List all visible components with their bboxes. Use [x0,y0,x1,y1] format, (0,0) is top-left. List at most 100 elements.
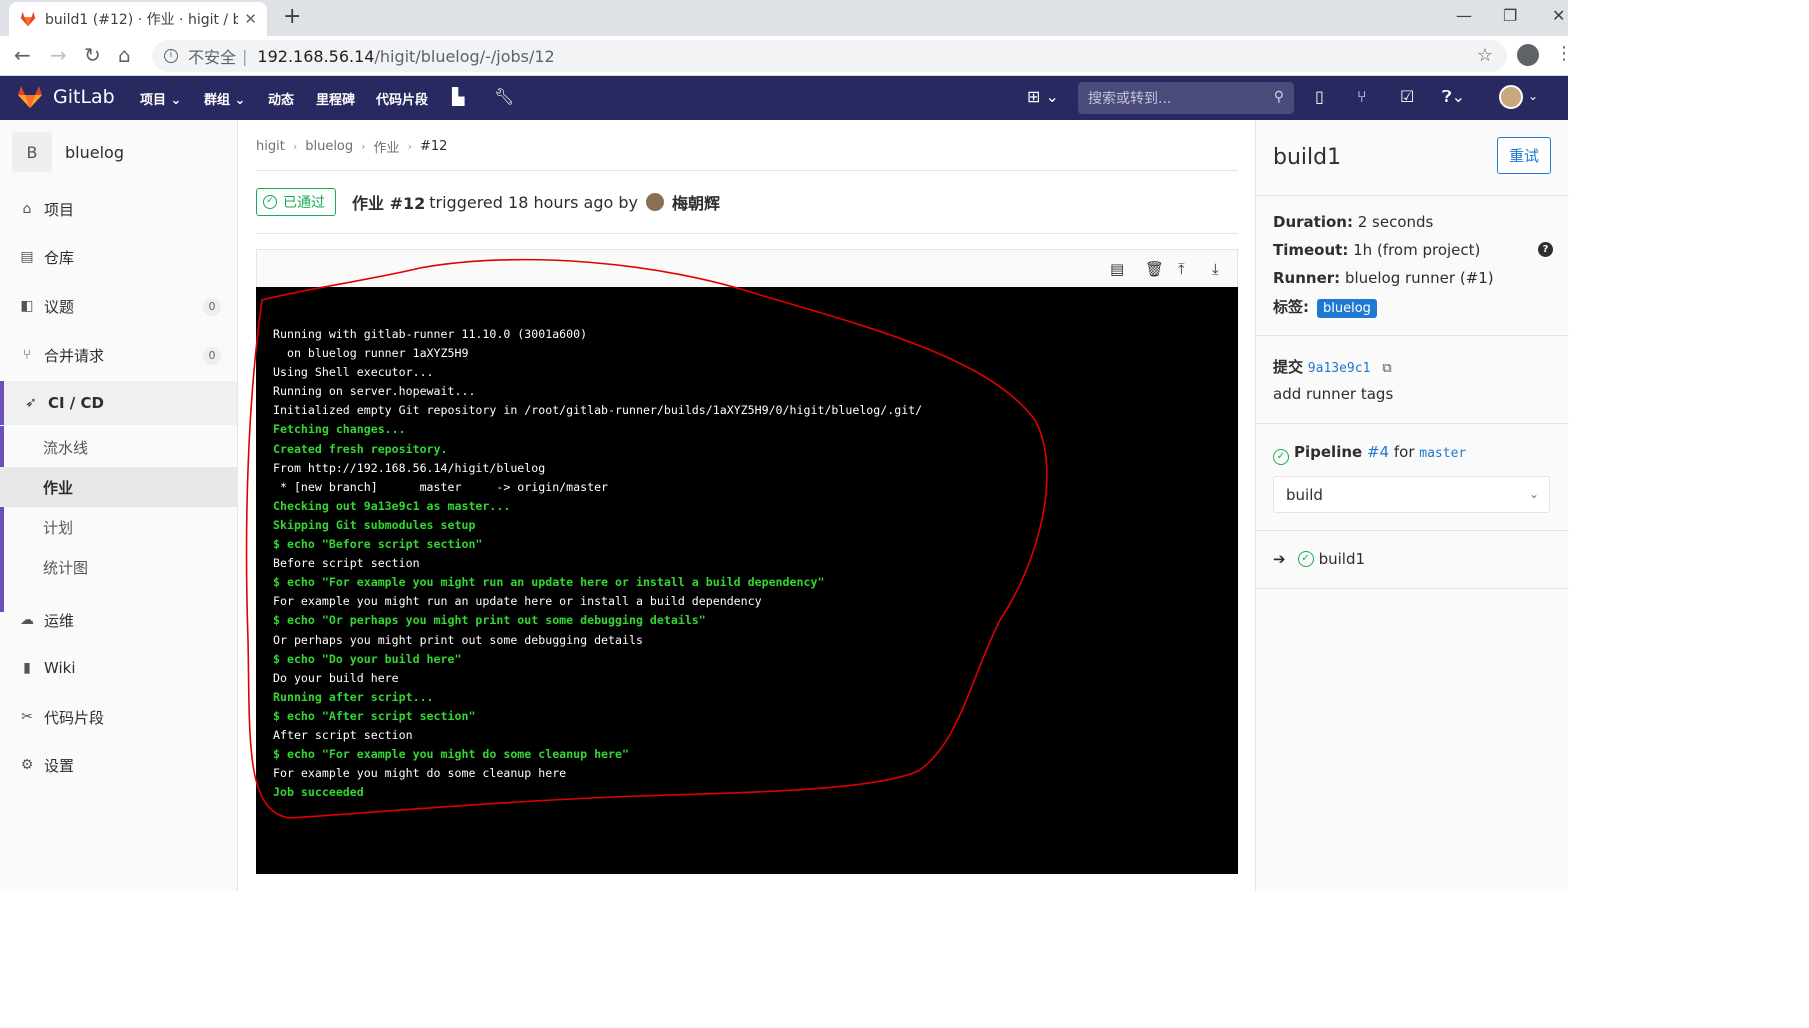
chart-icon[interactable]: ▙ [452,87,464,106]
nav-projects[interactable]: 项目 ⌄ [140,89,181,108]
window-close-button[interactable]: ✕ [1552,6,1565,25]
back-icon[interactable]: ← [14,44,31,66]
log-line: Created fresh repository. [273,441,448,456]
user-avatar[interactable] [646,193,664,211]
sidebar-item-wiki[interactable]: ▮ Wiki [0,646,237,690]
log-line: Using Shell executor... [273,365,434,380]
log-line: $ echo "Or perhaps you might print out s… [273,613,706,628]
nav-groups[interactable]: 群组 ⌄ [204,89,245,108]
log-line: Fetching changes... [273,422,406,437]
sidebar-item-label: 合并请求 [44,346,105,365]
divider [256,170,1238,171]
log-line: Job succeeded [273,785,364,800]
nav-milestones[interactable]: 里程碑 [316,89,355,108]
address-separator: | [242,46,248,66]
breadcrumb-bluelog[interactable]: bluelog [305,139,353,154]
issues-icon[interactable]: ▯ [1315,87,1324,106]
search-icon: ⚲ [1273,89,1284,105]
todo-icon[interactable]: ☑ [1400,87,1414,106]
retry-button[interactable]: 重试 [1497,137,1551,174]
browser-tab-strip: build1 (#12) · 作业 · higit / blue ✕ + — ❐… [0,0,1568,36]
chevron-down-icon: ⌄ [1528,487,1539,501]
bookmark-star-icon[interactable]: ☆ [1477,45,1493,66]
forward-icon[interactable]: → [50,44,67,66]
breadcrumb-higit[interactable]: higit [256,139,285,154]
sidebar-item-repository[interactable]: ▤ 仓库 [0,235,237,279]
breadcrumb: higit › bluelog › 作业 › #12 [256,137,455,156]
issues-count-badge: 0 [203,298,221,316]
sidebar-item-cicd[interactable]: ➶ CI / CD [0,381,237,425]
divider [1256,335,1569,336]
doc-icon: ▤ [20,249,34,265]
search-input[interactable]: 搜索或转到... ⚲ [1078,82,1294,114]
sidebar-sub-schedules[interactable]: 计划 [0,507,237,547]
sidebar-item-operations[interactable]: ☁ 运维 [0,598,237,642]
sidebar-sub-jobs[interactable]: 作业 [0,467,237,507]
pipeline-link[interactable]: #4 [1367,443,1389,461]
scroll-top-icon[interactable]: ⤒ [1178,260,1185,278]
merge-icon: ⑂ [22,347,32,363]
chevron-right-icon: › [407,140,412,153]
scroll-bottom-icon[interactable]: ⤓ [1212,260,1219,278]
address-host: 192.168.56.14 [257,46,375,66]
nav-snippets[interactable]: 代码片段 [376,89,428,108]
gitlab-logo[interactable]: GitLab [17,85,115,109]
book-icon: ▮ [23,660,31,676]
log-line: Before script section [273,556,420,571]
profile-icon[interactable] [1517,44,1539,66]
sidebar-item-label: CI / CD [48,394,104,412]
chevron-down-icon[interactable]: ⌄ [1528,89,1538,103]
question-icon[interactable]: ? [1538,242,1553,257]
sidebar-item-merge-requests[interactable]: ⑂ 合并请求 0 [0,333,237,377]
status-text: 已通过 [283,195,325,211]
raw-log-icon[interactable]: ▤ [1110,260,1124,278]
site-info-icon[interactable]: i [164,49,178,63]
breadcrumb-current[interactable]: #12 [420,139,447,154]
new-item-icon[interactable]: ⊞ ⌄ [1027,87,1059,106]
job-title: build1 [1273,145,1342,170]
user-name[interactable]: 梅朝辉 [672,190,720,214]
search-placeholder: 搜索或转到... [1088,91,1172,107]
commit-sha-link[interactable]: 9a13e9c1 [1308,361,1371,376]
user-avatar[interactable] [1499,85,1523,109]
branch-link[interactable]: master [1419,446,1466,461]
sidebar-sub-pipelines[interactable]: 流水线 [0,427,237,467]
nav-activity[interactable]: 动态 [268,89,294,108]
log-line: Running after script... [273,689,434,704]
runner-value: bluelog runner (#1) [1344,269,1494,287]
window-maximize-button[interactable]: ❐ [1503,6,1517,25]
browser-menu-icon[interactable]: ⋮ [1555,44,1573,64]
check-circle-icon: ✓ [263,195,277,209]
sidebar-item-settings[interactable]: ⚙ 设置 [0,743,237,787]
job-list-item[interactable]: ➔ ✓ build1 [1273,550,1365,568]
sidebar-project-header[interactable]: B bluelog [12,132,124,172]
wrench-icon[interactable]: 🔧︎ [494,87,514,106]
gitlab-tanuki-icon [18,86,42,108]
tab-close-icon[interactable]: ✕ [244,10,257,28]
chevron-down-icon: ⌄ [234,93,246,108]
breadcrumb-jobs[interactable]: 作业 [374,137,400,156]
sidebar-item-issues[interactable]: ◧ 议题 0 [0,284,237,328]
issues-icon: ◧ [20,298,34,314]
window-minimize-button[interactable]: — [1456,6,1472,25]
job-id: 作业 #12 [352,194,426,213]
new-tab-button[interactable]: + [283,6,301,28]
home-icon[interactable]: ⌂ [118,44,131,66]
address-bar[interactable]: i 不安全 | 192.168.56.14 /higit/bluelog/-/j… [152,40,1507,72]
browser-tab[interactable]: build1 (#12) · 作业 · higit / blue ✕ [9,2,267,36]
sidebar-item-label: 仓库 [44,248,75,267]
job-main: higit › bluelog › 作业 › #12 ✓ 已通过 作业 #12 trig… [256,120,1238,891]
log-line: For example you might run an update here… [273,594,762,609]
sidebar-sub-charts[interactable]: 统计图 [0,547,237,587]
help-icon[interactable]: ❓︎⌄ [1442,87,1465,107]
sidebar-item-project[interactable]: ⌂ 项目 [0,187,237,231]
reload-icon[interactable]: ↻ [84,44,101,66]
copy-icon[interactable]: ⧉ [1382,361,1391,376]
job-triggered-text: triggered 18 hours ago by [429,192,638,212]
status-badge[interactable]: ✓ 已通过 [256,188,336,216]
merge-request-icon[interactable]: ⑂ [1357,87,1367,106]
stage-dropdown[interactable]: build ⌄ [1273,476,1550,513]
check-circle-icon: ✓ [1273,449,1289,465]
sidebar-item-snippets[interactable]: ✂ 代码片段 [0,695,237,739]
erase-trash-icon[interactable]: 🗑︎ [1145,260,1164,278]
